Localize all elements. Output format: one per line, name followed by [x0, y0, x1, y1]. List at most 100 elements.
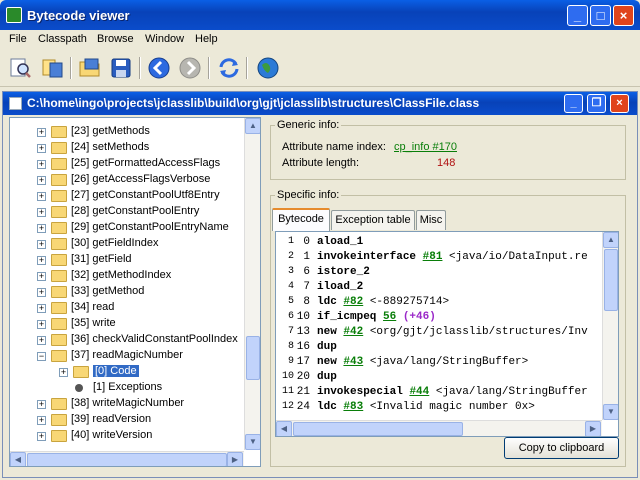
scroll-right-icon[interactable]: ▶: [227, 452, 243, 466]
expand-icon[interactable]: +: [37, 240, 46, 249]
maximize-button[interactable]: □: [590, 5, 611, 26]
tree-node[interactable]: + [23] getMethods: [10, 124, 246, 140]
inner-restore-button[interactable]: ❐: [587, 94, 606, 113]
expand-icon[interactable]: +: [37, 416, 46, 425]
code-h-scroll-thumb[interactable]: [293, 422, 463, 436]
expand-icon[interactable]: +: [37, 320, 46, 329]
tab-exception-table[interactable]: Exception table: [331, 210, 415, 230]
tree-node[interactable]: + [32] getMethodIndex: [10, 268, 246, 284]
expand-icon[interactable]: +: [37, 336, 46, 345]
inner-minimize-button[interactable]: _: [564, 94, 583, 113]
menu-help[interactable]: Help: [195, 33, 218, 45]
scroll-right-icon[interactable]: ▶: [585, 421, 601, 436]
expand-icon[interactable]: +: [37, 272, 46, 281]
expand-icon[interactable]: +: [37, 192, 46, 201]
expand-icon[interactable]: +: [37, 288, 46, 297]
copy-to-clipboard-button[interactable]: Copy to clipboard: [504, 437, 619, 459]
save-icon[interactable]: [109, 56, 133, 80]
operand-comment: <-889275714>: [363, 296, 450, 308]
tree-node[interactable]: + [27] getConstantPoolUtf8Entry: [10, 188, 246, 204]
tree-horizontal-scrollbar[interactable]: ◀ ▶: [10, 451, 244, 466]
split-pane-divider[interactable]: [262, 117, 266, 467]
expand-icon[interactable]: +: [37, 304, 46, 313]
expand-icon[interactable]: +: [37, 160, 46, 169]
back-icon[interactable]: [147, 56, 171, 80]
constant-pool-link[interactable]: #43: [343, 356, 363, 368]
forward-icon[interactable]: [178, 56, 202, 80]
expand-icon[interactable]: +: [37, 224, 46, 233]
tree-node-label: [0] Code: [93, 365, 139, 377]
expand-icon[interactable]: +: [37, 176, 46, 185]
bytecode-offset: 24: [296, 401, 310, 413]
scroll-up-icon[interactable]: ▲: [245, 118, 260, 134]
tree-node-label: [36] checkValidConstantPoolIndex: [71, 333, 238, 345]
web-icon[interactable]: [256, 56, 280, 80]
tree-node[interactable]: + [35] write: [10, 316, 246, 332]
scroll-down-icon[interactable]: ▼: [245, 434, 260, 450]
tree-node[interactable]: + [34] read: [10, 300, 246, 316]
reload-icon[interactable]: [217, 56, 241, 80]
expand-icon[interactable]: +: [37, 208, 46, 217]
constant-pool-link[interactable]: #44: [409, 386, 429, 398]
open-file-icon[interactable]: [8, 56, 32, 80]
tree-node[interactable]: + [25] getFormattedAccessFlags: [10, 156, 246, 172]
tree-node[interactable]: + [30] getFieldIndex: [10, 236, 246, 252]
scroll-left-icon[interactable]: ◀: [276, 421, 292, 436]
expand-icon[interactable]: +: [37, 144, 46, 153]
expand-icon[interactable]: +: [59, 368, 68, 377]
expand-icon[interactable]: +: [37, 432, 46, 441]
folder-icon: [51, 222, 67, 234]
menu-window[interactable]: Window: [145, 33, 184, 45]
collapse-icon[interactable]: −: [37, 352, 46, 361]
tree-node[interactable]: + [0] Code: [10, 364, 246, 380]
scroll-up-icon[interactable]: ▲: [603, 232, 618, 248]
bytecode-view[interactable]: 1 0 aload_1 2 1 invokeinterface #81 <java/io/…: [275, 231, 619, 437]
opcode: invokespecial: [317, 386, 403, 398]
tab-bytecode[interactable]: Bytecode: [272, 208, 330, 231]
bytecode-offset: 10: [296, 311, 310, 323]
tree-node[interactable]: + [26] getAccessFlagsVerbose: [10, 172, 246, 188]
tree-vertical-scrollbar[interactable]: ▲ ▼: [244, 118, 260, 450]
menu-classpath[interactable]: Classpath: [38, 33, 87, 45]
constant-pool-link[interactable]: #82: [343, 296, 363, 308]
minimize-button[interactable]: _: [567, 5, 588, 26]
tree-node[interactable]: + [39] readVersion: [10, 412, 246, 428]
attribute-name-index-link[interactable]: cp_info #170: [394, 141, 457, 153]
inner-close-button[interactable]: ×: [610, 94, 629, 113]
tree-node[interactable]: + [29] getConstantPoolEntryName: [10, 220, 246, 236]
close-button[interactable]: ×: [613, 5, 634, 26]
constant-pool-link[interactable]: #81: [423, 251, 443, 263]
tab-misc[interactable]: Misc: [416, 210, 446, 230]
open-folder-icon[interactable]: [78, 56, 102, 80]
bytecode-line: 9 17 new #43 <java/lang/StringBuffer>: [276, 356, 602, 371]
tree-node[interactable]: + [24] setMethods: [10, 140, 246, 156]
tree-node[interactable]: + [31] getField: [10, 252, 246, 268]
expand-icon[interactable]: +: [37, 256, 46, 265]
code-vertical-scrollbar[interactable]: ▲ ▼: [602, 232, 618, 420]
generic-info-group: Generic info: Attribute name index: cp_i…: [270, 119, 626, 180]
tree-node[interactable]: + [38] writeMagicNumber: [10, 396, 246, 412]
expand-icon[interactable]: +: [37, 400, 46, 409]
menu-file[interactable]: File: [9, 33, 27, 45]
tree-node[interactable]: + [33] getMethod: [10, 284, 246, 300]
constant-pool-link[interactable]: 56: [383, 311, 396, 323]
expand-icon[interactable]: +: [37, 128, 46, 137]
tree-node[interactable]: + [36] checkValidConstantPoolIndex: [10, 332, 246, 348]
menu-browse[interactable]: Browse: [97, 33, 134, 45]
scroll-down-icon[interactable]: ▼: [603, 404, 618, 420]
h-scroll-thumb[interactable]: [27, 453, 227, 466]
class-tree[interactable]: + [23] getMethods + [24] setMethods + [25] ge…: [9, 117, 261, 467]
browse-classpath-icon[interactable]: [41, 56, 65, 80]
tree-node[interactable]: [1] Exceptions: [10, 380, 246, 396]
scroll-left-icon[interactable]: ◀: [10, 452, 26, 466]
bytecode-line: 6 10 if_icmpeq 56 (+46): [276, 311, 602, 326]
scroll-thumb[interactable]: [246, 336, 260, 380]
tree-node[interactable]: + [28] getConstantPoolEntry: [10, 204, 246, 220]
code-scroll-thumb[interactable]: [604, 249, 618, 311]
code-horizontal-scrollbar[interactable]: ◀ ▶: [276, 420, 602, 436]
tree-node[interactable]: − [37] readMagicNumber: [10, 348, 246, 364]
constant-pool-link[interactable]: #83: [343, 401, 363, 413]
tree-node[interactable]: + [40] writeVersion: [10, 428, 246, 444]
constant-pool-link[interactable]: #42: [343, 326, 363, 338]
opcode: ldc: [317, 401, 337, 413]
